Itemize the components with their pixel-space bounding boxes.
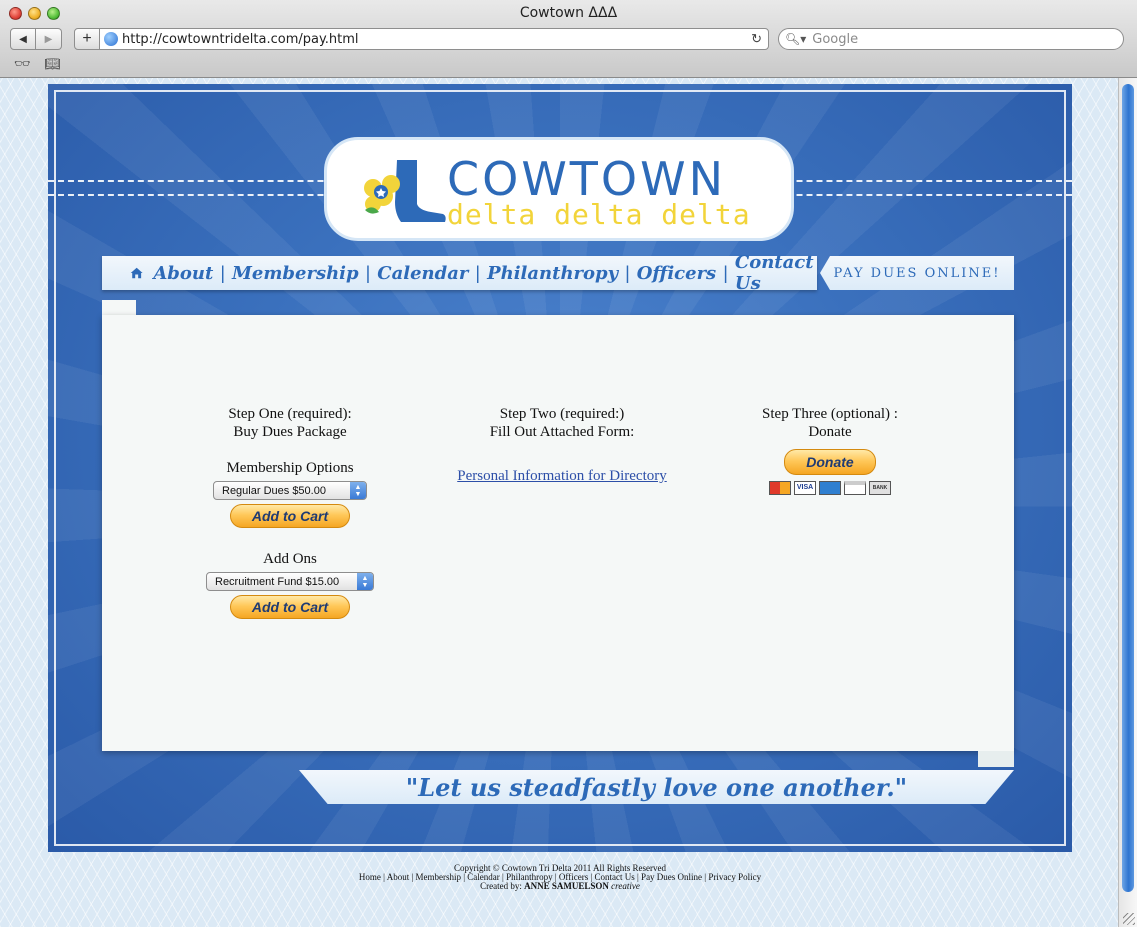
content-card: Step One (required): Buy Dues Package Me… xyxy=(102,315,1014,751)
logo-subtitle: delta delta delta xyxy=(447,198,751,231)
back-button[interactable]: ◀ xyxy=(10,28,36,50)
donate-button[interactable]: Donate xyxy=(784,449,876,475)
vertical-scrollbar[interactable] xyxy=(1118,78,1137,927)
step-three-column: Step Three (optional) : Donate Donate VI… xyxy=(732,405,928,495)
boot-flower-icon xyxy=(364,160,446,222)
step-two-subtitle: Fill Out Attached Form: xyxy=(489,424,635,440)
url-text[interactable]: http://cowtowntridelta.com/pay.html xyxy=(122,32,359,47)
add-ons-heading: Add Ons xyxy=(263,551,317,567)
membership-select-value: Regular Dues $50.00 xyxy=(222,484,326,497)
search-icon[interactable]: 🔍︎▾ xyxy=(785,32,806,46)
step-three-title: Step Three (optional) : xyxy=(762,406,898,422)
payment-cards: VISA BANK xyxy=(732,481,928,495)
reading-list-icon[interactable]: 👓︎ xyxy=(14,56,31,72)
mastercard-icon xyxy=(769,481,791,495)
step-one-column: Step One (required): Buy Dues Package Me… xyxy=(202,405,378,619)
nav-about[interactable]: About xyxy=(153,263,213,284)
directory-form-link[interactable]: Personal Information for Directory xyxy=(457,467,667,485)
step-one-subtitle: Buy Dues Package xyxy=(233,424,347,440)
page-footer: Copyright © Cowtown Tri Delta 2011 All R… xyxy=(48,864,1072,891)
browser-toolbar: Cowtown ΔΔΔ ◀ ▶ + http://cowtowntridelta… xyxy=(0,0,1137,78)
reload-icon[interactable]: ↻ xyxy=(751,31,762,47)
site-frame: COWTOWN delta delta delta About | Member… xyxy=(48,84,1072,852)
site-globe-icon xyxy=(104,32,118,46)
search-field[interactable]: 🔍︎▾ Google xyxy=(778,28,1124,50)
nav-philanthropy[interactable]: Philanthropy xyxy=(487,263,618,284)
add-bookmark-button[interactable]: + xyxy=(74,28,100,50)
bookmarks-bar: 👓︎ 📖︎ xyxy=(14,56,61,72)
motto-banner: "Let us steadfastly love one another." xyxy=(299,770,1014,804)
bank-icon: BANK xyxy=(869,481,891,495)
select-arrows-icon: ▲ ▼ xyxy=(350,482,366,499)
window-title: Cowtown ΔΔΔ xyxy=(519,5,618,21)
bookmarks-book-icon[interactable]: 📖︎ xyxy=(45,56,62,72)
step-three-subtitle: Donate xyxy=(808,424,852,440)
add-ons-select-value: Recruitment Fund $15.00 xyxy=(215,575,340,588)
membership-add-to-cart-button[interactable]: Add to Cart xyxy=(230,504,350,528)
nav-membership[interactable]: Membership xyxy=(232,263,359,284)
visa-icon: VISA xyxy=(794,481,816,495)
membership-select[interactable]: Regular Dues $50.00 ▲ ▼ xyxy=(213,481,367,500)
add-ons-select[interactable]: Recruitment Fund $15.00 ▲ ▼ xyxy=(206,572,374,591)
nav-officers[interactable]: Officers xyxy=(637,263,716,284)
history-buttons: ◀ ▶ xyxy=(10,28,62,50)
discover-icon xyxy=(844,481,866,495)
site-logo[interactable]: COWTOWN delta delta delta xyxy=(324,137,794,241)
nav-calendar[interactable]: Calendar xyxy=(377,263,468,284)
select-arrows-icon: ▲ ▼ xyxy=(357,573,373,590)
amex-icon xyxy=(819,481,841,495)
footer-credit: Created by: ANNE SAMUELSON creative xyxy=(480,881,640,891)
plus-icon: + xyxy=(82,30,92,47)
forward-arrow-icon: ▶ xyxy=(44,33,53,45)
pay-dues-online-link[interactable]: PAY DUES ONLINE! xyxy=(820,256,1014,290)
step-one-title: Step One (required): xyxy=(228,406,352,422)
main-nav: About | Membership | Calendar | Philanth… xyxy=(102,252,817,294)
back-arrow-icon: ◀ xyxy=(19,33,27,45)
step-two-column: Step Two (required:) Fill Out Attached F… xyxy=(432,405,692,485)
page-viewport: COWTOWN delta delta delta About | Member… xyxy=(0,78,1118,927)
home-icon[interactable] xyxy=(130,265,143,281)
resize-grip-icon[interactable] xyxy=(1123,913,1135,925)
nav-contact-us[interactable]: Contact Us xyxy=(735,252,817,294)
search-placeholder: Google xyxy=(812,31,859,47)
forward-button[interactable]: ▶ xyxy=(36,28,62,50)
step-two-title: Step Two (required:) xyxy=(499,406,625,422)
add-ons-add-to-cart-button[interactable]: Add to Cart xyxy=(230,595,350,619)
address-bar[interactable]: http://cowtowntridelta.com/pay.html ↻ xyxy=(99,28,769,50)
membership-options-heading: Membership Options xyxy=(226,460,354,476)
scrollbar-thumb[interactable] xyxy=(1122,84,1134,892)
